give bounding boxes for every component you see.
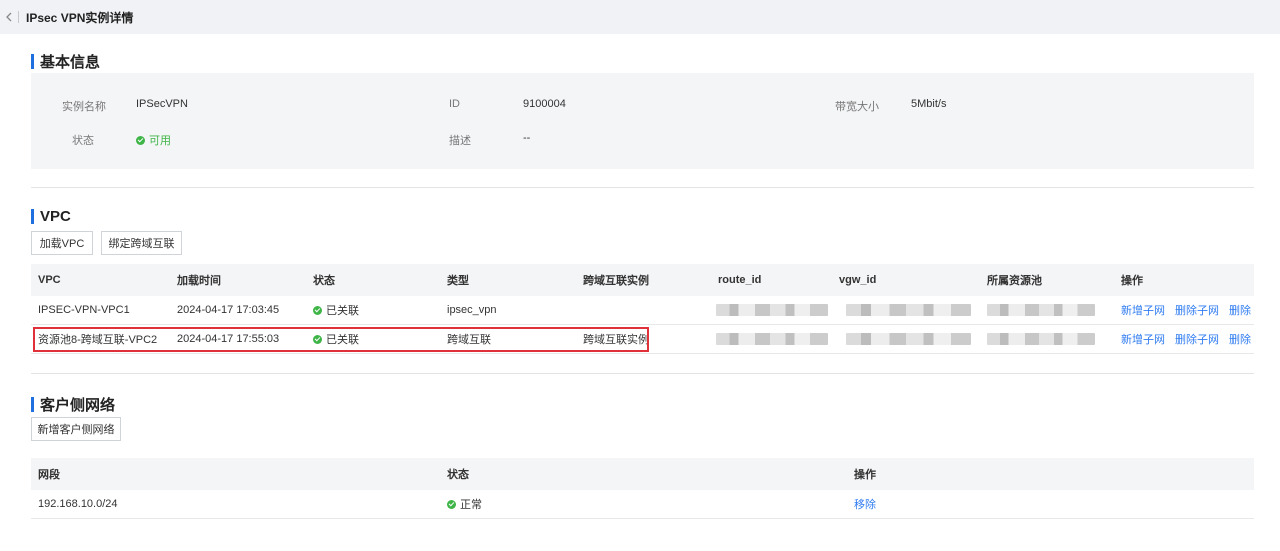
vpc-name: 资源池8-跨域互联-VPC2	[38, 334, 158, 346]
client-network-section-title: 客户侧网络	[31, 394, 115, 415]
section-title-text: 客户侧网络	[40, 397, 116, 414]
table-row: IPSEC-VPN-VPC1 2024-04-17 17:03:45 已关联 i…	[31, 296, 1254, 325]
check-circle-icon	[313, 334, 322, 344]
basic-info-section-title: 基本信息	[31, 51, 100, 72]
delete-link[interactable]: 删除	[1229, 302, 1251, 318]
redacted-value	[846, 333, 971, 345]
redacted-value	[716, 333, 828, 345]
description-value: --	[523, 132, 531, 144]
column-header-cross-domain-instance: 跨域互联实例	[583, 275, 649, 287]
actions-cell: 新增子网 删除子网 删除	[1121, 325, 1261, 353]
status-text: 已关联	[326, 305, 359, 317]
status-cell: 已关联	[313, 325, 359, 353]
add-subnet-link[interactable]: 新增子网	[1121, 302, 1165, 318]
route-id-cell	[716, 296, 828, 324]
vpc-name: IPSEC-VPN-VPC1	[38, 304, 130, 316]
status-text: 正常	[460, 499, 482, 511]
section-accent-bar	[31, 397, 34, 412]
section-divider	[31, 373, 1254, 374]
section-accent-bar	[31, 209, 34, 224]
status-label: 状态	[72, 135, 94, 147]
section-title-text: 基本信息	[40, 54, 101, 71]
page-header: IPsec VPN实例详情	[0, 0, 1280, 34]
column-header-vgw-id: vgw_id	[839, 274, 877, 286]
section-accent-bar	[31, 54, 34, 69]
status-text: 已关联	[326, 334, 359, 346]
status-value: 可用	[136, 132, 171, 148]
load-vpc-button[interactable]: 加载VPC	[31, 231, 93, 255]
add-subnet-link[interactable]: 新增子网	[1121, 331, 1165, 347]
column-header-status: 状态	[313, 275, 335, 287]
status-cell: 已关联	[313, 296, 359, 324]
redacted-value	[987, 304, 1095, 316]
remove-link[interactable]: 移除	[854, 496, 876, 512]
column-header-actions: 操作	[854, 469, 876, 481]
redacted-value	[716, 304, 828, 316]
check-circle-icon	[136, 136, 145, 145]
bind-cross-domain-button[interactable]: 绑定跨域互联	[101, 231, 182, 255]
actions-cell: 移除	[854, 490, 886, 518]
table-row: 192.168.10.0/24 正常 移除	[31, 490, 1254, 519]
load-time: 2024-04-17 17:55:03	[177, 333, 280, 345]
check-circle-icon	[313, 305, 322, 315]
resource-pool-cell	[987, 296, 1095, 324]
header-divider	[18, 11, 19, 23]
cross-domain-instance-cell: 跨域互联实例	[583, 334, 649, 346]
id-label: ID	[449, 98, 460, 110]
vgw-id-cell	[846, 296, 971, 324]
page-title: IPsec VPN实例详情	[26, 10, 134, 25]
column-header-route-id: route_id	[718, 274, 762, 286]
type-cell: ipsec_vpn	[447, 304, 497, 316]
bandwidth-value: 5Mbit/s	[911, 98, 947, 110]
segment-cell: 192.168.10.0/24	[38, 498, 118, 510]
check-circle-icon	[447, 499, 456, 509]
column-header-status: 状态	[447, 469, 469, 481]
add-client-network-button[interactable]: 新增客户侧网络	[31, 417, 121, 441]
load-time: 2024-04-17 17:03:45	[177, 304, 280, 316]
column-header-actions: 操作	[1121, 275, 1143, 287]
type-cell: 跨域互联	[447, 334, 491, 346]
redacted-value	[846, 304, 971, 316]
column-header-vpc: VPC	[38, 274, 61, 286]
basic-info-panel: 实例名称 IPSecVPN ID 9100004 带宽大小 5Mbit/s 状态…	[31, 73, 1254, 169]
description-label: 描述	[449, 135, 471, 147]
column-header-type: 类型	[447, 275, 469, 287]
vpc-section-title: VPC	[31, 208, 71, 225]
route-id-cell	[716, 325, 828, 353]
table-row: 资源池8-跨域互联-VPC2 2024-04-17 17:55:03 已关联 跨…	[31, 325, 1254, 354]
instance-name-label: 实例名称	[62, 101, 106, 113]
delete-subnet-link[interactable]: 删除子网	[1175, 302, 1219, 318]
id-value: 9100004	[523, 98, 566, 110]
client-table-header: 网段 状态 操作	[31, 458, 1254, 490]
column-header-resource-pool: 所属资源池	[987, 275, 1042, 287]
vgw-id-cell	[846, 325, 971, 353]
resource-pool-cell	[987, 325, 1095, 353]
status-cell: 正常	[447, 490, 482, 518]
section-title-text: VPC	[40, 208, 71, 225]
instance-name-value: IPSecVPN	[136, 98, 188, 110]
delete-subnet-link[interactable]: 删除子网	[1175, 331, 1219, 347]
bandwidth-label: 带宽大小	[835, 101, 879, 113]
column-header-load-time: 加载时间	[177, 275, 221, 287]
delete-link[interactable]: 删除	[1229, 331, 1251, 347]
column-header-segment: 网段	[38, 469, 60, 481]
vpc-table-header: VPC 加载时间 状态 类型 跨域互联实例 route_id vgw_id 所属…	[31, 264, 1254, 296]
chevron-left-icon[interactable]	[2, 8, 16, 26]
status-text: 可用	[149, 135, 171, 147]
redacted-value	[987, 333, 1095, 345]
actions-cell: 新增子网 删除子网 删除	[1121, 296, 1261, 324]
section-divider	[31, 187, 1254, 188]
